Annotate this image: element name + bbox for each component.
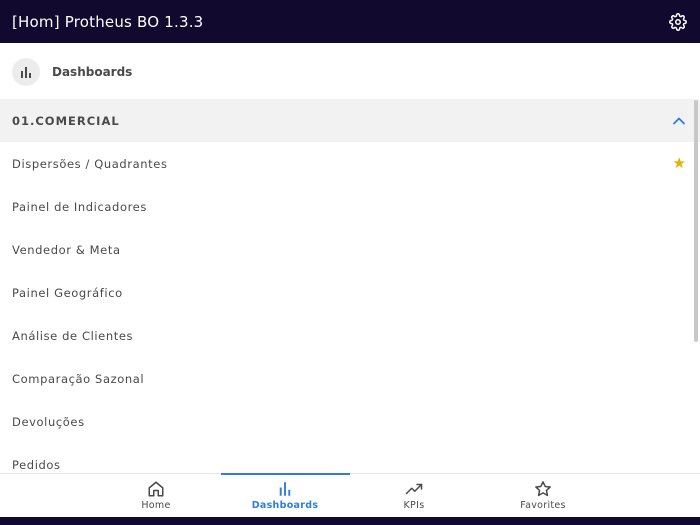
gear-icon bbox=[669, 12, 687, 31]
scrollbar[interactable] bbox=[694, 100, 698, 342]
list-item-label: Pedidos bbox=[12, 457, 61, 472]
list-item-label: Painel Geográfico bbox=[12, 285, 123, 300]
list-item-label: Devoluções bbox=[12, 414, 85, 429]
list-item[interactable]: Devoluções bbox=[0, 400, 700, 443]
list-item-label: Comparação Sazonal bbox=[12, 371, 145, 386]
nav-favorites[interactable]: Favorites bbox=[479, 474, 607, 517]
nav-kpis[interactable]: KPIs bbox=[350, 474, 478, 517]
list-item[interactable]: Painel Geográfico bbox=[0, 271, 700, 314]
nav-home[interactable]: Home bbox=[92, 474, 220, 517]
bar-chart-icon bbox=[21, 66, 31, 78]
bottom-navigation: Home Dashboards KPIs Favorites bbox=[0, 473, 700, 517]
trending-up-icon bbox=[405, 483, 423, 495]
list-item-label: Painel de Indicadores bbox=[12, 199, 147, 214]
nav-label: Favorites bbox=[520, 500, 566, 511]
nav-dashboards[interactable]: Dashboards bbox=[221, 474, 349, 517]
group-header-comercial[interactable]: 01.COMERCIAL bbox=[0, 99, 700, 142]
group-label: 01.COMERCIAL bbox=[12, 113, 120, 128]
list-item[interactable]: Dispersões / Quadrantes ★ bbox=[0, 142, 700, 185]
system-bar bbox=[0, 517, 700, 525]
settings-button[interactable] bbox=[668, 12, 688, 32]
section-title: Dashboards bbox=[52, 64, 133, 79]
list-item-label: Dispersões / Quadrantes bbox=[12, 156, 168, 171]
bar-chart-icon bbox=[279, 482, 291, 496]
dashboard-list[interactable]: 01.COMERCIAL Dispersões / Quadrantes ★ P… bbox=[0, 99, 700, 473]
app-title: [Hom] Protheus BO 1.3.3 bbox=[12, 12, 204, 31]
list-item-label: Vendedor & Meta bbox=[12, 242, 121, 257]
app-bar: [Hom] Protheus BO 1.3.3 bbox=[0, 0, 700, 43]
list-item[interactable]: Análise de Clientes bbox=[0, 314, 700, 357]
list-item[interactable]: Vendedor & Meta bbox=[0, 228, 700, 271]
star-outline-icon bbox=[535, 481, 551, 497]
chevron-up-icon bbox=[673, 117, 685, 124]
favorite-star-icon[interactable]: ★ bbox=[673, 156, 686, 171]
section-header: Dashboards bbox=[0, 44, 700, 99]
list-item[interactable]: Painel de Indicadores bbox=[0, 185, 700, 228]
list-item[interactable]: Pedidos bbox=[0, 443, 700, 473]
list-item[interactable]: Comparação Sazonal bbox=[0, 357, 700, 400]
home-icon bbox=[148, 481, 164, 497]
nav-label: Home bbox=[141, 500, 171, 511]
list-item-label: Análise de Clientes bbox=[12, 328, 134, 343]
nav-label: KPIs bbox=[403, 500, 425, 511]
section-avatar bbox=[12, 57, 40, 86]
nav-label: Dashboards bbox=[251, 500, 319, 511]
